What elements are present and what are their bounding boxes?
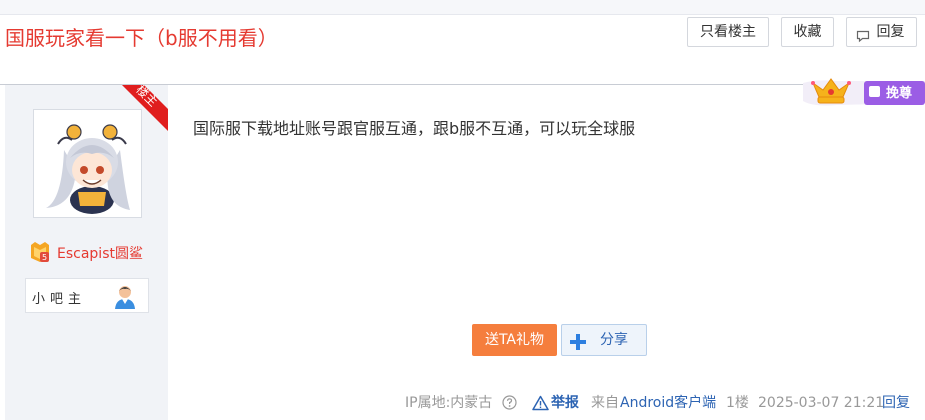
client-link[interactable]: Android客户端 [620, 393, 716, 413]
warning-icon [532, 395, 549, 415]
comment-icon [856, 25, 870, 53]
user-icon [111, 282, 139, 314]
share-button-label: 分享 [600, 332, 628, 348]
level-badge-icon: 5 [29, 241, 51, 267]
source-label: 来自 [591, 395, 619, 411]
favorite-button[interactable]: 收藏 [781, 17, 834, 47]
reply-button[interactable]: 回复 [846, 17, 917, 47]
top-strip [0, 0, 925, 15]
share-button[interactable]: 分享 [561, 324, 647, 356]
floor-number: 1楼 [726, 395, 749, 411]
author-username[interactable]: Escapist圆鲨 [57, 243, 143, 263]
only-op-button[interactable]: 只看楼主 [687, 17, 769, 47]
level-number: 5 [42, 253, 47, 262]
post-content: 国际服下载地址账号跟官服互通，跟b服不互通，可以玩全球服 [193, 119, 636, 138]
ip-location: IP属地:内蒙古 [405, 395, 493, 411]
role-box: 小吧主 [25, 278, 149, 313]
avatar-illustration [34, 110, 141, 217]
post-time: 2025-03-07 21:21 [758, 395, 885, 411]
role-label: 小吧主 [32, 292, 87, 307]
reply-link[interactable]: 回复 [882, 393, 910, 413]
author-avatar[interactable] [33, 109, 142, 218]
send-gift-button[interactable]: 送TA礼物 [472, 324, 557, 356]
post-title: 国服玩家看一下（b服不用看） [5, 26, 278, 50]
report-link[interactable]: 举报 [551, 393, 579, 413]
help-icon[interactable] [502, 395, 517, 414]
plus-icon [569, 332, 587, 362]
wanzun-badge-label: 挽尊 [886, 86, 913, 101]
reply-button-label: 回复 [876, 24, 905, 40]
